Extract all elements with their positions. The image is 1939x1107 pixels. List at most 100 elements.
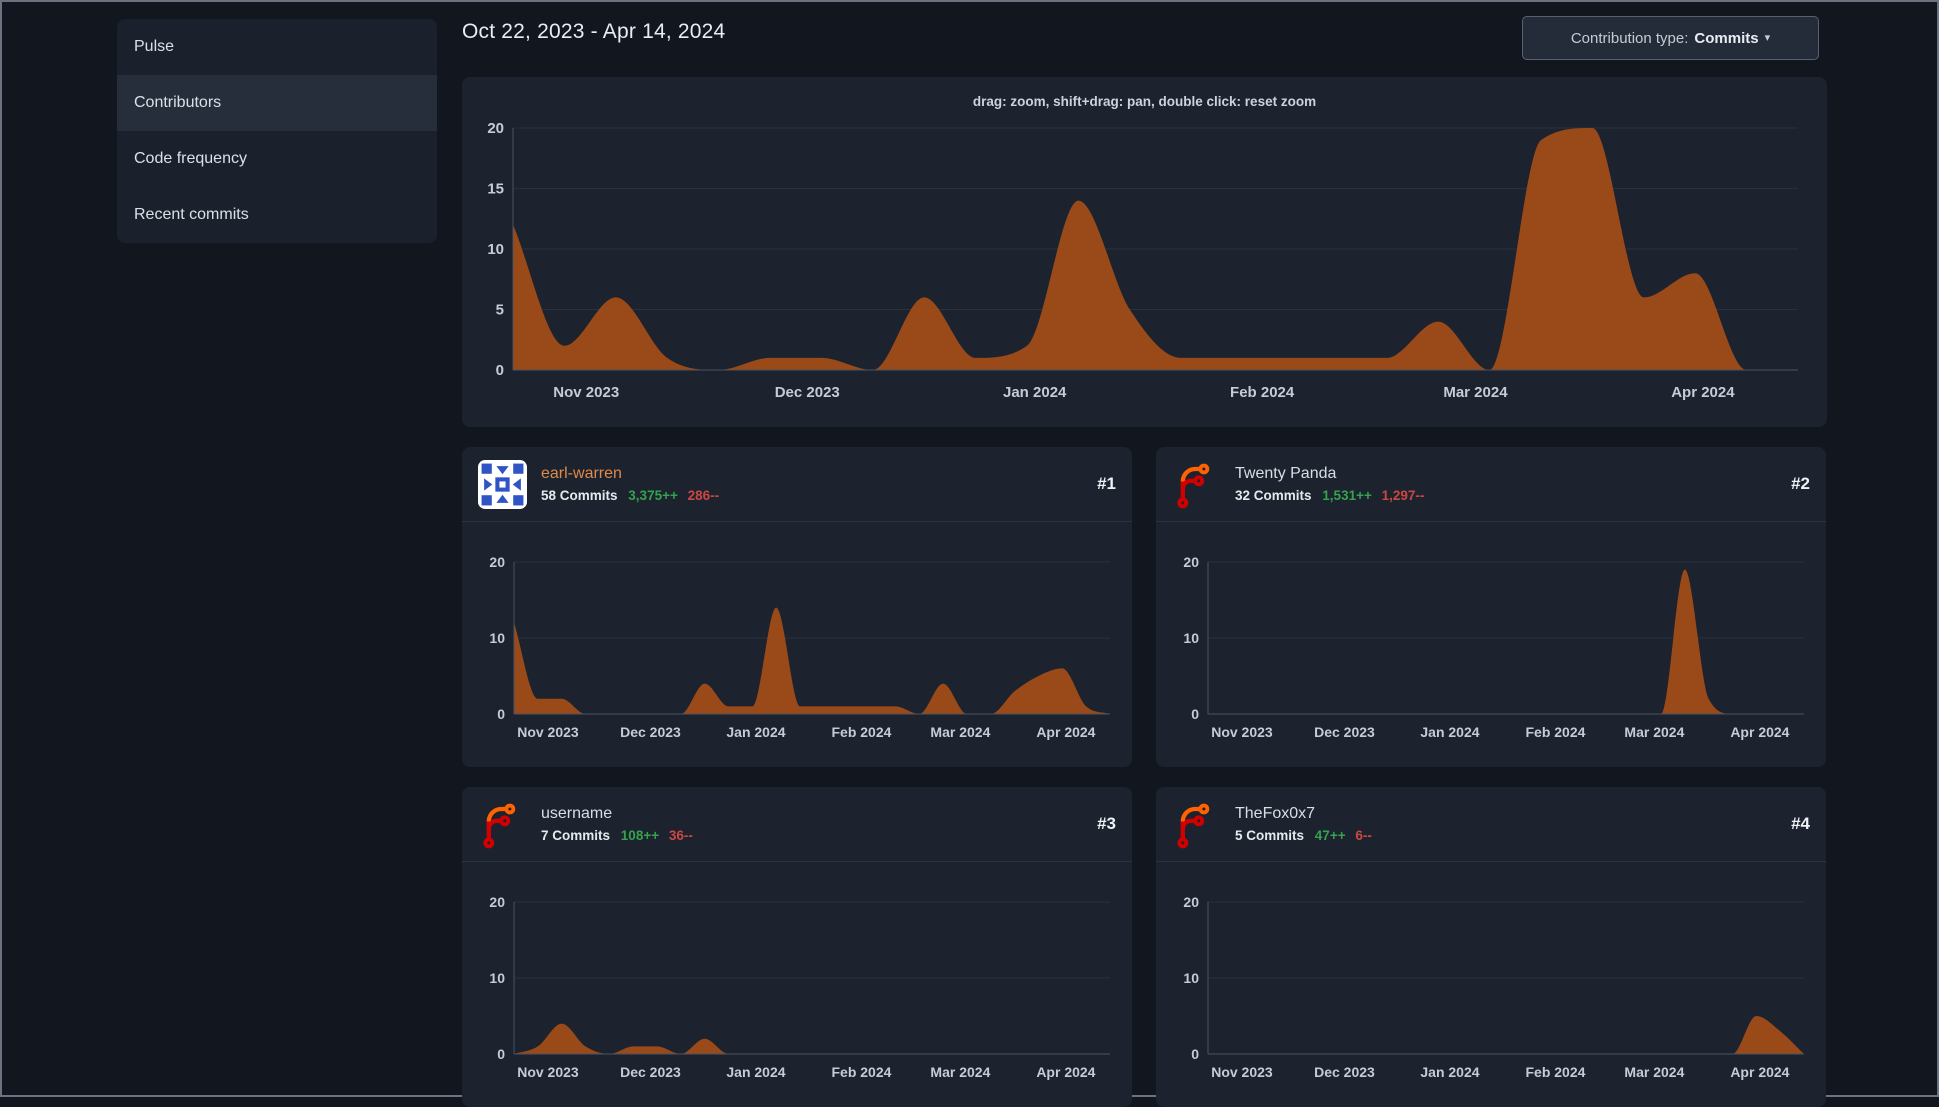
svg-text:10: 10: [489, 630, 505, 646]
svg-text:Jan 2024: Jan 2024: [726, 1064, 785, 1080]
contributor-title: earl-warren 58 Commits 3,375++ 286--: [541, 464, 1097, 505]
contribution-type-dropdown[interactable]: Contribution type: Commits ▾: [1522, 16, 1819, 60]
svg-text:20: 20: [1183, 894, 1199, 910]
date-range-title: Oct 22, 2023 - Apr 14, 2024: [462, 20, 726, 43]
contributor-card-header: TheFox0x7 5 Commits 47++ 6-- #4: [1156, 787, 1826, 862]
contributor-activity-chart[interactable]: 0 10 20 Nov 2023 Dec 2023 Jan 2024 Feb 2024 Mar…: [1172, 522, 1810, 742]
sidebar-item-recent-commits[interactable]: Recent commits: [117, 187, 437, 243]
svg-text:Apr 2024: Apr 2024: [1730, 724, 1789, 740]
contributor-title: username 7 Commits 108++ 36--: [541, 804, 1097, 845]
contributor-chart-wrap: 0 10 20 Nov 2023 Dec 2023 Jan 2024 Feb 2024 Mar…: [462, 522, 1132, 742]
additions-count: 1,531++: [1322, 487, 1372, 503]
contribution-type-value: Commits: [1694, 29, 1759, 47]
commit-count: 58 Commits: [541, 487, 618, 503]
svg-text:10: 10: [489, 970, 505, 986]
additions-count: 108++: [620, 827, 660, 843]
svg-text:0: 0: [497, 706, 505, 722]
svg-text:Mar 2024: Mar 2024: [1624, 1064, 1684, 1080]
contributor-name-link[interactable]: earl-warren: [541, 464, 1097, 484]
sidebar-item-contributors[interactable]: Contributors: [117, 75, 437, 131]
svg-text:Feb 2024: Feb 2024: [1525, 1064, 1585, 1080]
svg-text:Apr 2024: Apr 2024: [1036, 1064, 1095, 1080]
contributor-stats: 32 Commits 1,531++ 1,297--: [1235, 486, 1791, 505]
sidebar-item-code-frequency[interactable]: Code frequency: [117, 131, 437, 187]
contributor-name-link[interactable]: Twenty Panda: [1235, 464, 1791, 484]
deletions-count: 1,297--: [1381, 487, 1425, 503]
svg-text:20: 20: [489, 554, 505, 570]
contributor-activity-chart[interactable]: 0 10 20 Nov 2023 Dec 2023 Jan 2024 Feb 2024 Mar…: [478, 522, 1116, 742]
svg-text:15: 15: [487, 181, 504, 198]
chart-zoom-hint: drag: zoom, shift+drag: pan, double clic…: [972, 94, 1317, 109]
contributor-card-header: Twenty Panda 32 Commits 1,531++ 1,297-- …: [1156, 447, 1826, 522]
svg-text:20: 20: [1183, 554, 1199, 570]
identicon-avatar[interactable]: [478, 459, 527, 509]
forgejo-logo-avatar[interactable]: [1172, 800, 1221, 849]
contributor-activity-chart[interactable]: 0 10 20 Nov 2023 Dec 2023 Jan 2024 Feb 2024 Mar…: [478, 862, 1116, 1082]
contributor-title: TheFox0x7 5 Commits 47++ 6--: [1235, 804, 1791, 845]
contributor-title: Twenty Panda 32 Commits 1,531++ 1,297--: [1235, 464, 1791, 505]
svg-text:Dec 2023: Dec 2023: [620, 724, 681, 740]
svg-text:Dec 2023: Dec 2023: [1314, 1064, 1375, 1080]
svg-text:0: 0: [496, 362, 504, 379]
contributor-rank-badge: #2: [1791, 474, 1810, 493]
svg-text:5: 5: [496, 302, 504, 319]
forgejo-logo-avatar[interactable]: [1172, 460, 1221, 509]
contributor-rank-badge: #1: [1097, 474, 1116, 493]
svg-text:Nov 2023: Nov 2023: [517, 724, 579, 740]
svg-text:10: 10: [1183, 630, 1199, 646]
svg-text:Feb 2024: Feb 2024: [1525, 724, 1585, 740]
svg-text:Mar 2024: Mar 2024: [1443, 384, 1508, 401]
svg-text:Feb 2024: Feb 2024: [1230, 384, 1295, 401]
contributor-chart-wrap: 0 10 20 Nov 2023 Dec 2023 Jan 2024 Feb 2024 Mar…: [1156, 862, 1826, 1082]
commit-count: 5 Commits: [1235, 827, 1305, 843]
sidebar-item-pulse[interactable]: Pulse: [117, 19, 437, 75]
contribution-type-label: Contribution type:: [1570, 29, 1689, 47]
contributor-card: Twenty Panda 32 Commits 1,531++ 1,297-- …: [1156, 447, 1826, 767]
contributor-card: earl-warren 58 Commits 3,375++ 286-- #1 …: [462, 447, 1132, 767]
svg-text:Feb 2024: Feb 2024: [831, 1064, 891, 1080]
contributor-cards-grid: earl-warren 58 Commits 3,375++ 286-- #1 …: [462, 447, 1827, 1107]
contributor-chart-wrap: 0 10 20 Nov 2023 Dec 2023 Jan 2024 Feb 2024 Mar…: [1156, 522, 1826, 742]
contributor-stats: 5 Commits 47++ 6--: [1235, 826, 1791, 845]
svg-text:Nov 2023: Nov 2023: [1211, 724, 1273, 740]
contributor-stats: 7 Commits 108++ 36--: [541, 826, 1097, 845]
deletions-count: 36--: [668, 827, 693, 843]
contributor-chart-wrap: 0 10 20 Nov 2023 Dec 2023 Jan 2024 Feb 2024 Mar…: [462, 862, 1132, 1082]
contributor-rank-badge: #3: [1097, 814, 1116, 833]
additions-count: 3,375++: [628, 487, 678, 503]
svg-text:Jan 2024: Jan 2024: [726, 724, 785, 740]
svg-text:20: 20: [489, 894, 505, 910]
svg-text:Nov 2023: Nov 2023: [553, 384, 619, 401]
contributor-stats: 58 Commits 3,375++ 286--: [541, 486, 1097, 505]
contributor-card: TheFox0x7 5 Commits 47++ 6-- #4 0 10 20 Nov…: [1156, 787, 1826, 1107]
contributor-name-link[interactable]: username: [541, 804, 1097, 824]
svg-text:Apr 2024: Apr 2024: [1730, 1064, 1789, 1080]
svg-text:Dec 2023: Dec 2023: [1314, 724, 1375, 740]
svg-text:20: 20: [487, 120, 504, 137]
contributor-rank-badge: #4: [1791, 814, 1810, 833]
main-activity-chart[interactable]: 0 5 10 15 20 Nov 2023 Dec 2023 Jan 2024 Feb 2024…: [478, 119, 1811, 419]
svg-text:Mar 2024: Mar 2024: [930, 1064, 990, 1080]
svg-text:Jan 2024: Jan 2024: [1420, 1064, 1479, 1080]
svg-text:Jan 2024: Jan 2024: [1420, 724, 1479, 740]
main-activity-panel: drag: zoom, shift+drag: pan, double clic…: [462, 77, 1827, 427]
svg-text:Jan 2024: Jan 2024: [1003, 384, 1067, 401]
svg-text:Apr 2024: Apr 2024: [1671, 384, 1735, 401]
svg-text:Dec 2023: Dec 2023: [775, 384, 840, 401]
svg-text:0: 0: [497, 1046, 505, 1062]
contributor-activity-chart[interactable]: 0 10 20 Nov 2023 Dec 2023 Jan 2024 Feb 2024 Mar…: [1172, 862, 1810, 1082]
svg-text:10: 10: [487, 241, 504, 258]
svg-text:Mar 2024: Mar 2024: [1624, 724, 1684, 740]
deletions-count: 6--: [1355, 827, 1372, 843]
additions-count: 47++: [1314, 827, 1346, 843]
contributor-name-link[interactable]: TheFox0x7: [1235, 804, 1791, 824]
svg-text:0: 0: [1191, 1046, 1199, 1062]
forgejo-logo-avatar[interactable]: [478, 800, 527, 849]
svg-text:Mar 2024: Mar 2024: [930, 724, 990, 740]
svg-text:Nov 2023: Nov 2023: [517, 1064, 579, 1080]
contributor-card: username 7 Commits 108++ 36-- #3 0 10 20 No…: [462, 787, 1132, 1107]
svg-text:0: 0: [1191, 706, 1199, 722]
chevron-down-icon: ▾: [1764, 31, 1771, 44]
svg-text:Dec 2023: Dec 2023: [620, 1064, 681, 1080]
svg-text:10: 10: [1183, 970, 1199, 986]
